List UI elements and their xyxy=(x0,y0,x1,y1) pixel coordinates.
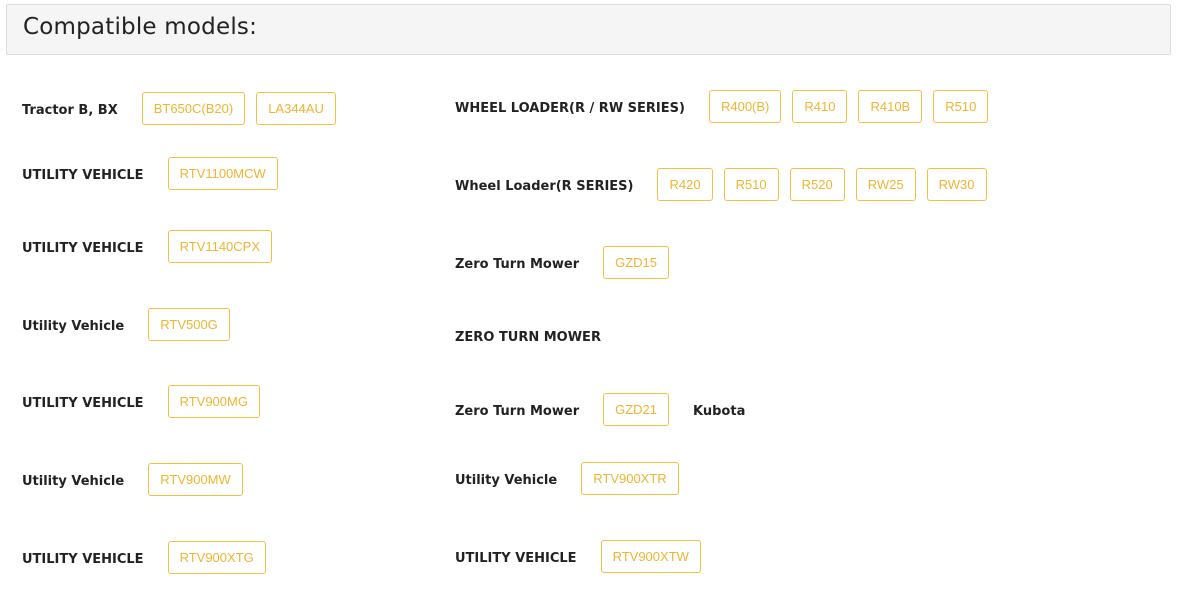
model-row: UTILITY VEHICLE RTV900MG xyxy=(22,383,271,419)
section-title: Compatible models: xyxy=(23,14,258,40)
model-row: Zero Turn Mower GZD15 xyxy=(455,244,680,280)
model-tag[interactable]: RTV900XTR xyxy=(581,461,679,495)
model-tag[interactable]: BT650C(B20) xyxy=(141,91,246,125)
model-tag[interactable]: RTV900MW xyxy=(148,462,243,496)
model-tag[interactable]: R420 xyxy=(657,167,713,201)
model-category-label: UTILITY VEHICLE xyxy=(22,395,144,411)
model-row: Utility Vehicle RTV900XTR xyxy=(455,460,690,496)
model-row: UTILITY VEHICLE RTV1140CPX xyxy=(22,228,283,264)
model-category-label: UTILITY VEHICLE xyxy=(22,167,144,183)
model-tag[interactable]: RW30 xyxy=(926,167,987,201)
model-row: UTILITY VEHICLE RTV900XTG xyxy=(22,539,277,575)
model-category-label: Wheel Loader(R SERIES) xyxy=(455,178,634,194)
model-tag[interactable]: R510 xyxy=(723,167,779,201)
model-row: Zero Turn Mower GZD21 Kubota xyxy=(455,391,745,427)
model-row: UTILITY VEHICLE RTV900XTW xyxy=(455,538,712,574)
model-category-label: WHEEL LOADER(R / RW SERIES) xyxy=(455,100,685,116)
model-category-label: ZERO TURN MOWER xyxy=(455,329,601,345)
model-row: Utility Vehicle RTV900MW xyxy=(22,461,254,497)
model-row: ZERO TURN MOWER xyxy=(455,317,625,353)
model-tag[interactable]: R510 xyxy=(933,89,989,123)
model-category-label: UTILITY VEHICLE xyxy=(455,550,577,566)
model-category-label: UTILITY VEHICLE xyxy=(22,551,144,567)
model-row: UTILITY VEHICLE RTV1100MCW xyxy=(22,155,289,191)
section-header: Compatible models: xyxy=(6,4,1171,55)
model-row: Utility Vehicle RTV500G xyxy=(22,306,241,342)
model-tag[interactable]: LA344AU xyxy=(256,91,336,125)
model-tag[interactable]: RTV1100MCW xyxy=(167,156,278,190)
model-row: Wheel Loader(R SERIES) R420 R510 R520 RW… xyxy=(455,166,998,202)
model-tag[interactable]: GZD21 xyxy=(603,392,670,426)
model-tag[interactable]: RTV900XTG xyxy=(167,540,266,574)
model-category-label: UTILITY VEHICLE xyxy=(22,240,144,256)
model-tag[interactable]: R400(B) xyxy=(708,89,782,123)
model-category-label: Zero Turn Mower xyxy=(455,256,580,272)
model-tag[interactable]: R410B xyxy=(858,89,923,123)
brand-label: Kubota xyxy=(693,403,746,419)
model-category-label: Zero Turn Mower xyxy=(455,403,580,419)
model-tag[interactable]: RTV500G xyxy=(148,307,230,341)
model-tag[interactable]: RTV1140CPX xyxy=(167,229,273,263)
model-tag[interactable]: R410 xyxy=(792,89,848,123)
model-category-label: Tractor B, BX xyxy=(22,102,118,118)
model-row: WHEEL LOADER(R / RW SERIES) R400(B) R410… xyxy=(455,88,999,124)
model-category-label: Utility Vehicle xyxy=(22,318,125,334)
model-tag[interactable]: RW25 xyxy=(855,167,916,201)
model-tag[interactable]: RTV900XTW xyxy=(600,539,701,573)
model-category-label: Utility Vehicle xyxy=(455,472,558,488)
model-tag[interactable]: RTV900MG xyxy=(167,384,260,418)
model-category-label: Utility Vehicle xyxy=(22,473,125,489)
model-tag[interactable]: GZD15 xyxy=(603,245,670,279)
model-tag[interactable]: R520 xyxy=(789,167,845,201)
model-row: Tractor B, BX BT650C(B20) LA344AU xyxy=(22,90,347,126)
